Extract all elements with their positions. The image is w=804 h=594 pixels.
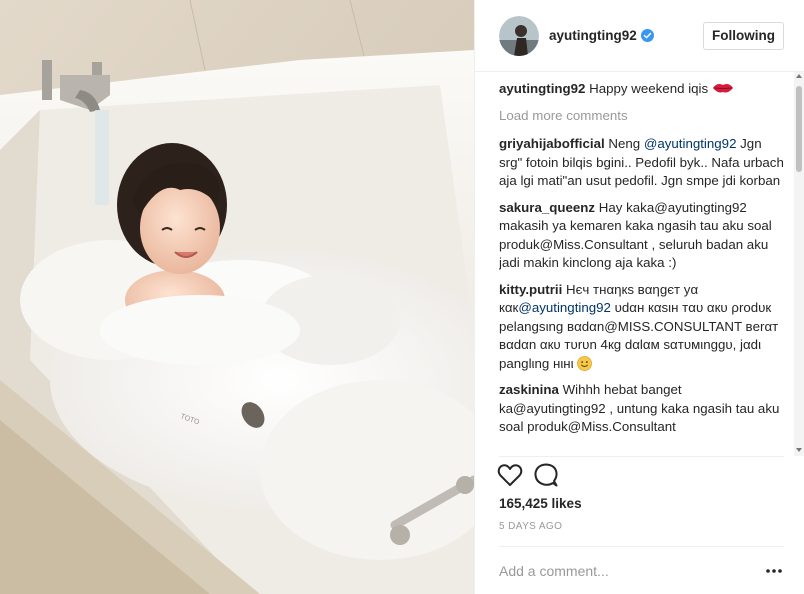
post-image: TOTO bbox=[0, 0, 474, 594]
comment-bubble-icon bbox=[534, 463, 558, 487]
comment-item: kitty.putrii Нєч тнαηкѕ вαηgєт yα кαк@ay… bbox=[499, 281, 784, 374]
post-timestamp[interactable]: 5 DAYS AGO bbox=[499, 521, 562, 532]
comment-username[interactable]: griyahijabofficial bbox=[499, 136, 605, 151]
more-dots-icon bbox=[766, 568, 782, 573]
likes-count[interactable]: 165,425 likes bbox=[499, 496, 582, 511]
scroll-down-arrow-icon[interactable] bbox=[796, 448, 802, 452]
author-info: ayutingting92 bbox=[549, 28, 703, 43]
comment-mention[interactable]: @ayutingting92 bbox=[644, 136, 737, 151]
comment-username[interactable]: zaskinina bbox=[499, 382, 559, 397]
caption: ayutingting92 Happy weekend iqis bbox=[499, 80, 784, 99]
verified-badge-icon bbox=[640, 29, 654, 42]
comments-list: ayutingting92 Happy weekend iqis Load mo… bbox=[499, 80, 784, 452]
heart-icon bbox=[497, 464, 523, 486]
comment-button[interactable] bbox=[533, 460, 569, 490]
comment-username[interactable]: sakura_queenz bbox=[499, 200, 595, 215]
scroll-thumb[interactable] bbox=[796, 86, 802, 172]
scroll-up-arrow-icon[interactable] bbox=[796, 74, 802, 78]
add-comment-bar bbox=[499, 546, 784, 594]
post-details-panel: ayutingting92 Following ayutingting92 Ha… bbox=[474, 0, 804, 594]
comments-scrollbar[interactable] bbox=[794, 72, 804, 456]
like-button[interactable] bbox=[497, 460, 533, 490]
kiss-lips-icon bbox=[712, 84, 733, 93]
comment-text: Neng bbox=[608, 136, 644, 151]
load-more-comments[interactable]: Load more comments bbox=[499, 107, 784, 126]
comment-item: zaskinina Wihhh hebat banget ka@ayutingt… bbox=[499, 381, 784, 437]
author-username[interactable]: ayutingting92 bbox=[549, 28, 637, 43]
more-options-button[interactable] bbox=[764, 561, 784, 581]
comment-mention[interactable]: @ayutingting92 bbox=[518, 300, 611, 315]
post-header: ayutingting92 Following bbox=[475, 0, 804, 72]
caption-text: Happy weekend iqis bbox=[589, 81, 709, 96]
author-avatar[interactable] bbox=[499, 15, 539, 56]
add-comment-input[interactable] bbox=[499, 562, 764, 579]
post-photo[interactable]: TOTO bbox=[0, 0, 474, 594]
comment-item: sakura_queenz Hay kaka@ayutingting92 mak… bbox=[499, 199, 784, 273]
comment-username[interactable]: kitty.putrii bbox=[499, 282, 562, 297]
comment-item: griyahijabofficial Neng @ayutingting92 J… bbox=[499, 135, 784, 191]
following-button[interactable]: Following bbox=[703, 21, 784, 50]
smile-emoji-icon bbox=[577, 355, 593, 371]
post-actions bbox=[497, 460, 569, 490]
caption-username[interactable]: ayutingting92 bbox=[499, 81, 585, 96]
actions-divider bbox=[499, 456, 784, 457]
